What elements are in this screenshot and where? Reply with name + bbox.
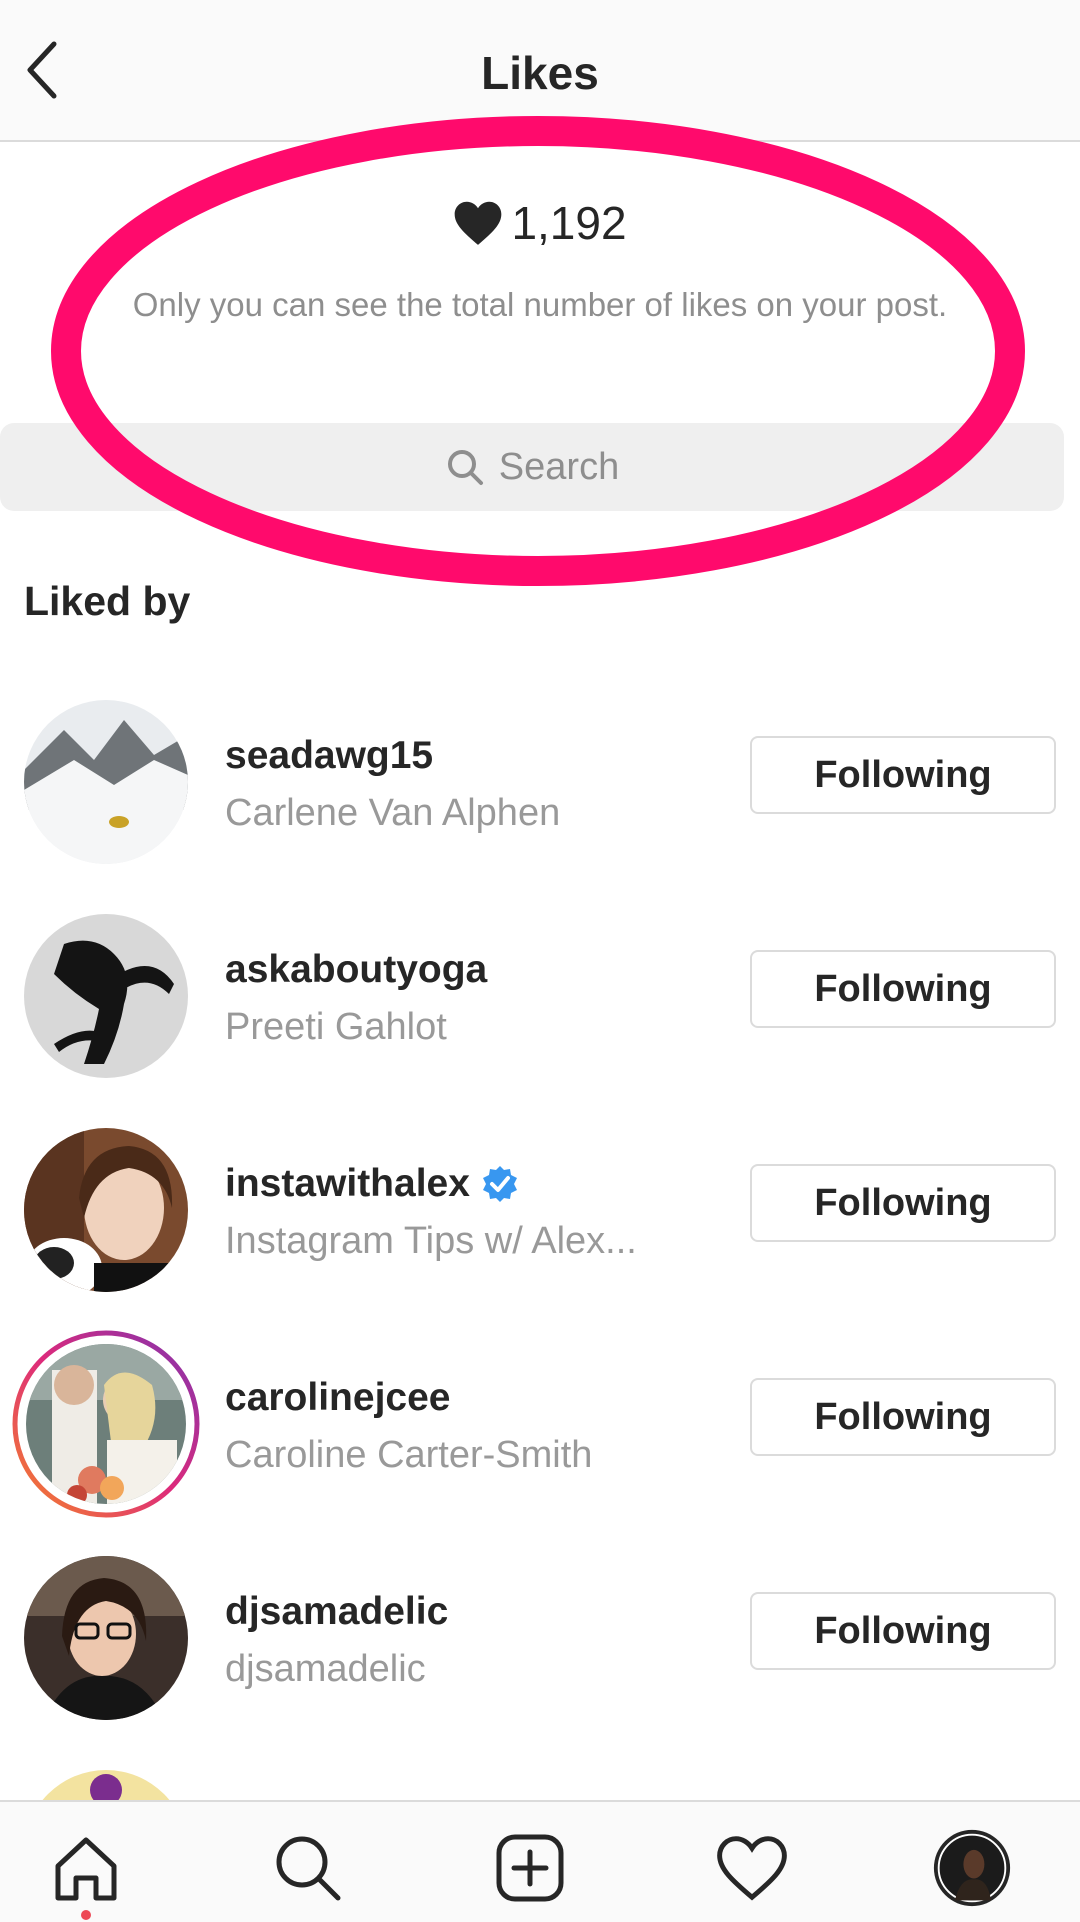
username[interactable]: djsamadelic: [225, 1590, 448, 1634]
like-count-summary: 1,192: [0, 196, 1080, 250]
page-title: Likes: [481, 47, 599, 99]
list-item[interactable]: instawithalex Instagram Tips w/ Alex... …: [0, 1128, 1080, 1298]
list-item[interactable]: askaboutyoga Preeti Gahlot Following: [0, 914, 1080, 1084]
full-name: djsamadelic: [225, 1648, 426, 1690]
following-button[interactable]: Following: [750, 1378, 1056, 1456]
full-name: Carlene Van Alphen: [225, 792, 561, 834]
avatar[interactable]: [24, 914, 188, 1078]
tab-activity[interactable]: [712, 1828, 792, 1908]
following-button[interactable]: Following: [750, 950, 1056, 1028]
add-post-icon: [496, 1834, 564, 1902]
like-count: 1,192: [511, 197, 627, 249]
avatar-with-story-ring[interactable]: [12, 1330, 200, 1518]
search-placeholder: Search: [498, 445, 620, 488]
list-item[interactable]: seadawg15 Carlene Van Alphen Following: [0, 700, 1080, 870]
activity-heart-icon: [717, 1836, 787, 1901]
following-button[interactable]: Following: [750, 736, 1056, 814]
home-icon: [55, 1837, 117, 1901]
full-name: Caroline Carter-Smith: [225, 1434, 593, 1476]
search-icon: [447, 450, 483, 485]
tab-search[interactable]: [268, 1828, 348, 1908]
list-item[interactable]: djsamadelic djsamadelic Following: [0, 1556, 1080, 1726]
avatar[interactable]: [24, 1128, 188, 1292]
username[interactable]: seadawg15: [225, 734, 433, 778]
notification-dot: [81, 1910, 91, 1920]
top-nav-bar: Likes: [0, 0, 1080, 142]
username[interactable]: askaboutyoga: [225, 948, 487, 992]
search-input[interactable]: Search: [0, 423, 1064, 511]
tab-profile[interactable]: [932, 1828, 1012, 1908]
highlight-ellipse: [51, 116, 1025, 586]
username[interactable]: instawithalex: [225, 1162, 520, 1206]
verified-badge-icon: [482, 1166, 517, 1202]
heart-icon: [455, 201, 502, 245]
full-name: Instagram Tips w/ Alex...: [225, 1220, 637, 1262]
avatar[interactable]: [24, 700, 188, 864]
following-button[interactable]: Following: [750, 1164, 1056, 1242]
following-button[interactable]: Following: [750, 1592, 1056, 1670]
list-item[interactable]: carolinejcee Caroline Carter-Smith Follo…: [0, 1330, 1080, 1518]
avatar[interactable]: [24, 1556, 188, 1720]
avatar[interactable]: [24, 1770, 188, 1800]
privacy-note: Only you can see the total number of lik…: [132, 286, 948, 323]
tab-new-post[interactable]: [490, 1828, 570, 1908]
search-icon: [276, 1836, 341, 1901]
profile-avatar: [933, 1829, 1011, 1907]
full-name: Preeti Gahlot: [225, 1006, 447, 1048]
liked-by-heading: Liked by: [24, 578, 191, 624]
bottom-tab-bar: [0, 1800, 1080, 1922]
tab-home[interactable]: [46, 1828, 126, 1908]
username[interactable]: carolinejcee: [225, 1376, 450, 1420]
